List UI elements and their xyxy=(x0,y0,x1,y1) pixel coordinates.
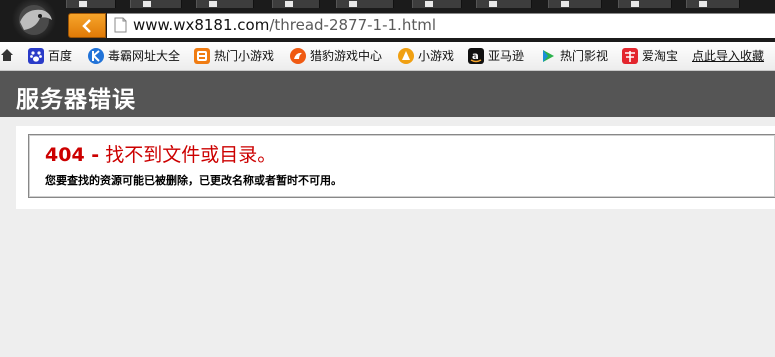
page-icon xyxy=(114,17,127,33)
tab[interactable] xyxy=(476,0,532,8)
error-code: 404 - xyxy=(45,144,100,166)
page-header: 服务器错误 xyxy=(0,71,775,117)
tab-strip xyxy=(66,0,775,8)
tab[interactable] xyxy=(130,0,182,8)
browser-logo[interactable] xyxy=(0,0,64,42)
error-box: 404 - 找不到文件或目录。 您要查找的资源可能已被删除，已更改名称或者暂时不… xyxy=(28,134,775,198)
error-heading-text: 找不到文件或目录。 xyxy=(105,144,277,166)
duba-k-icon xyxy=(88,47,104,64)
error-message: 您要查找的资源可能已被删除，已更改名称或者暂时不可用。 xyxy=(45,174,342,187)
amazon-icon: a xyxy=(468,47,484,64)
url-text[interactable]: www.wx8181.com/thread-2877-1-1.html xyxy=(133,16,436,34)
bookmark-label: 毒霸网址大全 xyxy=(108,49,181,63)
content-panel: 404 - 找不到文件或目录。 您要查找的资源可能已被删除，已更改名称或者暂时不… xyxy=(16,126,775,209)
browser-toolbar: www.wx8181.com/thread-2877-1-1.html xyxy=(0,0,775,42)
baidu-paw-icon xyxy=(28,47,44,64)
bookmark-label: 爱淘宝 xyxy=(642,49,679,63)
tab[interactable] xyxy=(336,0,394,8)
tab[interactable] xyxy=(66,0,116,8)
tab[interactable] xyxy=(272,0,320,8)
bookmark-label: 亚马逊 xyxy=(488,49,525,63)
bookmark-label: 热门影视 xyxy=(560,49,609,63)
bookmark-duba[interactable]: 毒霸网址大全 xyxy=(88,47,180,65)
taobao-icon xyxy=(622,47,638,64)
bookmark-amazon[interactable]: a 亚马逊 xyxy=(468,47,524,65)
bookmark-label: 猎豹游戏中心 xyxy=(310,49,383,63)
bookmark-cheetah-games[interactable]: 猎豹游戏中心 xyxy=(290,47,382,65)
address-bar[interactable]: www.wx8181.com/thread-2877-1-1.html xyxy=(107,13,775,38)
video-play-icon xyxy=(540,48,556,64)
cheetah-game-icon xyxy=(290,47,306,64)
tab[interactable] xyxy=(412,0,462,8)
url-path: /thread-2877-1-1.html xyxy=(269,16,436,34)
tab[interactable] xyxy=(618,0,672,8)
bookmark-mini-games[interactable]: 小游戏 xyxy=(398,47,454,65)
bookmarks-bar: 百度 毒霸网址大全 热门小游戏 猎豹游戏中心 小游戏 a 亚马逊 热门影视 爱淘 xyxy=(0,42,775,71)
bookmark-baidu[interactable]: 百度 xyxy=(28,47,72,65)
bookmark-label: 小游戏 xyxy=(418,49,455,63)
back-button[interactable] xyxy=(68,13,106,38)
bookmark-hot-videos[interactable]: 热门影视 xyxy=(540,47,608,65)
bookmark-taobao[interactable]: 爱淘宝 xyxy=(622,47,678,65)
cheetah-logo-icon xyxy=(19,5,52,35)
tab[interactable] xyxy=(196,0,254,8)
import-bookmarks-link[interactable]: 点此导入收藏 xyxy=(692,47,764,65)
chevron-left-icon xyxy=(82,19,91,33)
url-host: www.wx8181.com xyxy=(133,16,270,34)
bookmark-label: 点此导入收藏 xyxy=(692,49,765,63)
page-title: 服务器错误 xyxy=(16,86,136,113)
error-heading: 404 - 找不到文件或目录。 xyxy=(45,140,276,167)
mini-game-icon xyxy=(398,47,414,64)
game-icon xyxy=(194,47,210,64)
home-icon[interactable] xyxy=(0,48,14,62)
bookmark-label: 百度 xyxy=(48,49,73,63)
bookmark-label: 热门小游戏 xyxy=(214,49,275,63)
tab[interactable] xyxy=(686,0,740,8)
tab[interactable] xyxy=(548,0,602,8)
bookmark-hot-games[interactable]: 热门小游戏 xyxy=(194,47,274,65)
